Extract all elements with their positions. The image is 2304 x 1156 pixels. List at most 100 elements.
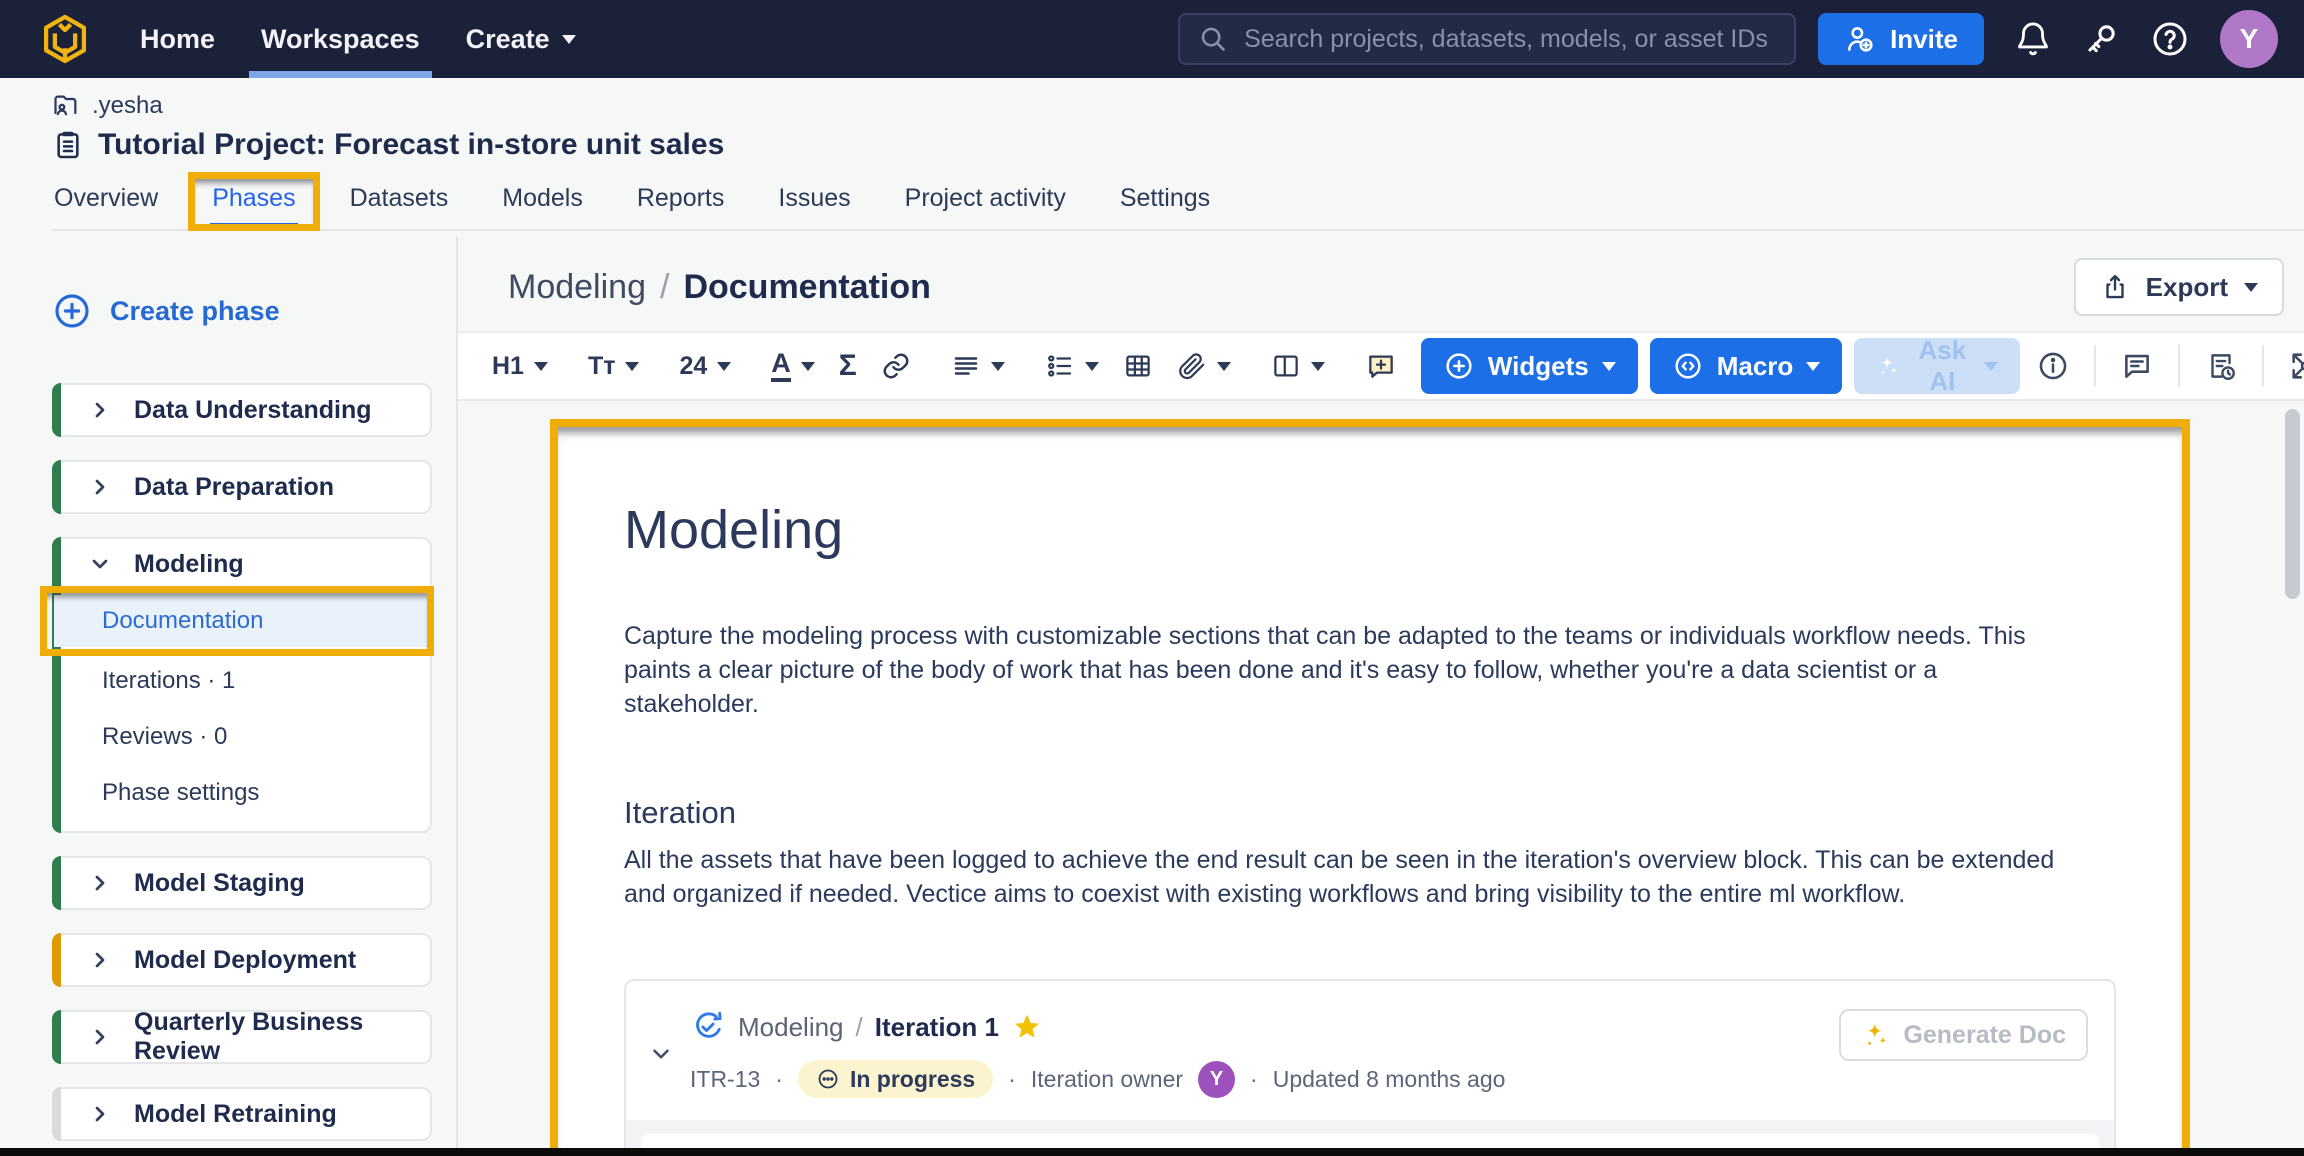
export-icon [2105, 274, 2124, 299]
sidebar-item-iterations[interactable]: Iterations · 1 [54, 653, 430, 709]
document-page[interactable]: Modeling Capture the modeling process wi… [550, 419, 2190, 1148]
heading-select[interactable]: H1 [480, 342, 560, 390]
collapse-chevron-icon[interactable] [648, 1041, 674, 1072]
tab-reports[interactable]: Reports [635, 178, 727, 229]
phase-data-preparation[interactable]: Data Preparation [54, 462, 430, 512]
phase-status-accent [52, 460, 61, 514]
create-phase-button[interactable]: Create phase [52, 291, 432, 331]
formula-button[interactable]: Σ [827, 342, 869, 390]
meta-dot: · [1008, 1065, 1016, 1092]
phase-model-retraining[interactable]: Model Retraining [54, 1089, 430, 1139]
generate-doc-label: Generate Doc [1903, 1020, 2066, 1049]
phase-label: Model Retraining [134, 1099, 337, 1128]
fullscreen-button[interactable] [2272, 349, 2304, 383]
sidebar-item-reviews[interactable]: Reviews · 0 [54, 709, 430, 765]
breadcrumb-separator: / [659, 267, 670, 306]
sidebar-item-documentation[interactable]: Documentation [40, 586, 434, 656]
vertical-scrollbar[interactable] [2285, 409, 2300, 599]
phase-quarterly-business-review[interactable]: Quarterly Business Review [54, 1008, 430, 1065]
phase-card-quarterly-business-review: Quarterly Business Review [52, 1008, 432, 1065]
version-history-button[interactable] [2188, 349, 2254, 383]
phase-label: Data Preparation [134, 472, 335, 501]
sidebar-item-label: Documentation [102, 607, 264, 634]
api-key-icon[interactable] [2082, 20, 2120, 58]
tab-phases-label: Phases [212, 184, 296, 212]
link-icon [883, 353, 909, 379]
tab-phases[interactable]: Phases [188, 172, 320, 231]
chevron-down-icon [1601, 361, 1616, 371]
chevron-right-icon [88, 948, 112, 972]
phase-status-accent [52, 856, 61, 910]
tab-settings[interactable]: Settings [1118, 178, 1212, 229]
export-button[interactable]: Export [2073, 258, 2284, 316]
star-icon[interactable] [1011, 1011, 1043, 1043]
list-select[interactable] [1033, 342, 1111, 390]
help-icon[interactable] [2150, 19, 2190, 59]
sparkle-icon [1881, 356, 1897, 376]
link-button[interactable] [869, 342, 923, 390]
toolbar-divider [2093, 345, 2096, 387]
phase-label: Data Understanding [134, 395, 372, 424]
ask-ai-button[interactable]: Ask AI [1854, 335, 2020, 396]
table-button[interactable] [1111, 342, 1165, 390]
notifications-bell-icon[interactable] [2014, 20, 2052, 58]
invite-button[interactable]: Invite [1818, 13, 1984, 65]
comments-panel-button[interactable] [2104, 349, 2170, 383]
nav-workspaces[interactable]: Workspaces [249, 0, 432, 78]
phase-modeling[interactable]: Modeling [54, 539, 430, 589]
vectice-logo-icon[interactable] [38, 12, 92, 66]
updated-timestamp: Updated 8 months ago [1272, 1065, 1506, 1092]
columns-icon [1274, 355, 1298, 377]
phase-card-data-understanding: Data Understanding [52, 383, 432, 437]
iteration-card-header: Modeling / Iteration 1 ITR-13 · In progr… [626, 981, 2114, 1120]
iteration-phase[interactable]: Modeling [738, 1012, 844, 1043]
user-avatar[interactable]: Y [2220, 10, 2278, 68]
document-title: Modeling [624, 500, 844, 560]
fullscreen-icon [2292, 353, 2304, 379]
chevron-down-icon [533, 361, 548, 371]
tab-overview[interactable]: Overview [52, 178, 160, 229]
iteration-card: Modeling / Iteration 1 ITR-13 · In progr… [624, 979, 2116, 1148]
invite-person-icon [1848, 27, 1873, 52]
screen-bottom-bar [0, 1148, 2304, 1156]
add-comment-button[interactable] [1353, 342, 1409, 390]
font-size-select[interactable]: 24 [667, 342, 743, 390]
nav-create[interactable]: Create [466, 0, 576, 78]
iteration-name[interactable]: Iteration 1 [875, 1012, 999, 1043]
chevron-right-icon [88, 871, 112, 895]
section-model-input-data[interactable]: Model Input Data [641, 1134, 2099, 1148]
phase-model-deployment[interactable]: Model Deployment [54, 935, 430, 985]
widgets-button[interactable]: Widgets [1420, 338, 1638, 394]
phase-data-understanding[interactable]: Data Understanding [54, 385, 430, 435]
chevron-right-icon [88, 1102, 112, 1126]
macro-button[interactable]: Macro [1649, 338, 1843, 394]
align-select[interactable] [939, 342, 1017, 390]
text-color-select[interactable]: A [759, 342, 827, 390]
section-title: Iteration [624, 795, 737, 831]
tab-models[interactable]: Models [500, 178, 585, 229]
font-family-select[interactable]: Tт [576, 342, 652, 390]
nav-home[interactable]: Home [140, 0, 215, 78]
phase-model-staging[interactable]: Model Staging [54, 858, 430, 908]
project-title: Tutorial Project: Forecast in-store unit… [98, 128, 725, 161]
search-icon [1201, 27, 1225, 51]
phase-card-model-retraining: Model Retraining [52, 1087, 432, 1141]
global-search[interactable] [1178, 13, 1797, 65]
tab-datasets[interactable]: Datasets [348, 178, 451, 229]
app-window: Home Workspaces Create Invite Y [0, 0, 2304, 1156]
search-input[interactable] [1242, 23, 1777, 55]
breadcrumb-parent[interactable]: Modeling [508, 268, 646, 307]
chevron-down-icon [1310, 361, 1325, 371]
tab-project-activity[interactable]: Project activity [903, 178, 1068, 229]
workspace-breadcrumb[interactable]: .yesha [52, 92, 2304, 120]
workspace-name: .yesha [92, 92, 163, 119]
tab-issues[interactable]: Issues [776, 178, 852, 229]
layout-columns-select[interactable] [1259, 342, 1337, 390]
info-button[interactable] [2020, 349, 2086, 383]
project-title-row: Tutorial Project: Forecast in-store unit… [52, 128, 2304, 162]
meta-dot: · [775, 1065, 783, 1092]
generate-doc-button[interactable]: Generate Doc [1839, 1009, 2088, 1062]
owner-avatar[interactable]: Y [1198, 1060, 1236, 1098]
sidebar-item-phase-settings[interactable]: Phase settings [54, 765, 430, 821]
attachment-select[interactable] [1165, 342, 1243, 390]
